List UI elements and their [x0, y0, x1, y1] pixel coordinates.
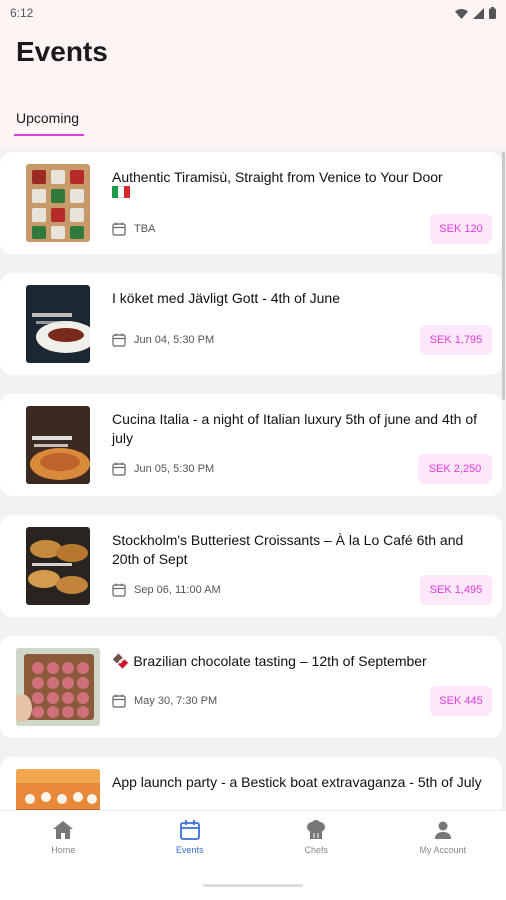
calendar-icon	[112, 694, 126, 708]
event-card[interactable]: 🍫 Brazilian chocolate tasting – 12th of …	[0, 636, 502, 738]
scrollbar[interactable]	[502, 152, 505, 400]
event-card[interactable]: App launch party - a Bestick boat extrav…	[0, 757, 502, 810]
event-thumbnail	[16, 648, 100, 726]
event-thumbnail	[16, 769, 100, 810]
event-date: May 30, 7:30 PM	[112, 694, 217, 708]
event-thumbnail	[26, 285, 90, 363]
status-icons	[455, 7, 496, 19]
price-badge: SEK 1,795	[420, 325, 492, 355]
nav-my-account[interactable]: My Account	[380, 811, 506, 870]
event-date-text: Jun 05, 5:30 PM	[134, 463, 215, 475]
event-card[interactable]: Authentic Tiramisù, Straight from Venice…	[0, 152, 502, 254]
event-title: App launch party - a Bestick boat extrav…	[112, 774, 482, 790]
nav-my-account-label: My Account	[419, 845, 467, 855]
nav-home-label: Home	[51, 845, 76, 855]
event-date: Sep 06, 11:00 AM	[112, 583, 221, 597]
price-badge: SEK 2,250	[418, 454, 492, 484]
calendar-icon	[179, 820, 200, 840]
signal-icon	[473, 7, 484, 19]
nav-events[interactable]: Events	[127, 811, 254, 870]
event-list[interactable]: Authentic Tiramisù, Straight from Venice…	[0, 150, 506, 810]
tab-indicator	[14, 134, 84, 136]
system-gesture-area	[0, 870, 506, 900]
gesture-handle[interactable]	[203, 884, 303, 887]
event-title: Authentic Tiramisù, Straight from Venice…	[112, 169, 443, 185]
italy-flag-icon	[112, 186, 130, 198]
event-date: TBA	[112, 222, 155, 236]
status-bar: 6:12	[0, 0, 506, 26]
event-title: I köket med Jävligt Gott - 4th of June	[112, 290, 340, 306]
status-time: 6:12	[10, 6, 34, 20]
calendar-icon	[112, 222, 126, 236]
wifi-icon	[455, 8, 468, 19]
event-date-text: TBA	[134, 223, 156, 235]
event-card[interactable]: I köket med Jävligt Gott - 4th of June J…	[0, 273, 502, 375]
nav-chefs[interactable]: Chefs	[253, 811, 380, 870]
home-icon	[53, 821, 74, 839]
event-date-text: Jun 04, 5:30 PM	[134, 334, 215, 346]
price-badge: SEK 445	[430, 686, 492, 716]
event-card[interactable]: Stockholm's Butteriest Croissants – À la…	[0, 515, 502, 617]
chef-hat-icon	[307, 820, 326, 839]
event-thumbnail	[26, 527, 90, 605]
event-date: Jun 05, 5:30 PM	[112, 462, 214, 476]
nav-events-label: Events	[175, 845, 204, 855]
header: Events Upcoming	[0, 26, 506, 146]
page-title: Events	[16, 36, 108, 67]
event-card[interactable]: Cucina Italia - a night of Italian luxur…	[0, 394, 502, 496]
nav-home[interactable]: Home	[0, 811, 127, 870]
price-badge: SEK 1,495	[420, 575, 492, 605]
nav-chefs-label: Chefs	[304, 845, 328, 855]
calendar-icon	[112, 333, 126, 347]
calendar-icon	[112, 583, 126, 597]
person-icon	[434, 821, 451, 839]
calendar-icon	[112, 462, 126, 476]
event-thumbnail	[26, 164, 90, 242]
bottom-nav: Home Events Chefs My Account	[0, 810, 506, 870]
event-title: Stockholm's Butteriest Croissants – À la…	[112, 532, 464, 567]
price-badge: SEK 120	[430, 214, 492, 244]
event-title: 🍫 Brazilian chocolate tasting – 12th of …	[112, 653, 427, 669]
event-date-text: Sep 06, 11:00 AM	[134, 584, 221, 596]
event-date: Jun 04, 5:30 PM	[112, 333, 214, 347]
event-title: Cucina Italia - a night of Italian luxur…	[112, 411, 478, 446]
tab-upcoming[interactable]: Upcoming	[16, 110, 79, 126]
event-date-text: May 30, 7:30 PM	[134, 695, 218, 707]
battery-icon	[489, 7, 496, 19]
event-thumbnail	[26, 406, 90, 484]
